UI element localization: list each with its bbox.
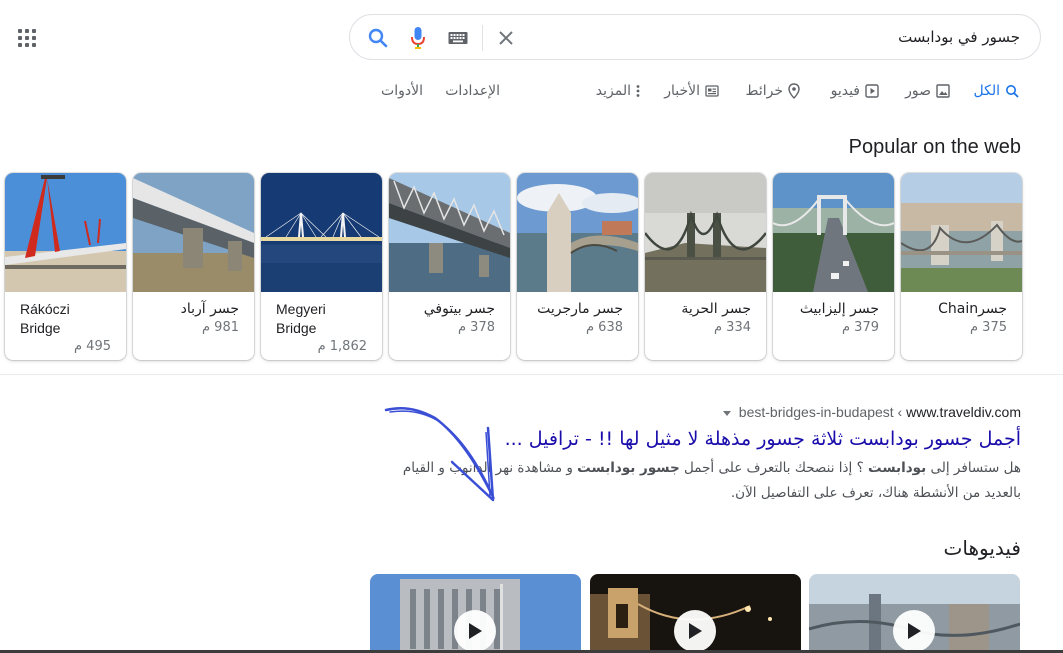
bridge-name: Rákóczi Bridge xyxy=(20,301,70,336)
arpad-bridge-photo xyxy=(133,173,254,292)
search-divider xyxy=(482,25,483,51)
tab-images[interactable]: صور xyxy=(905,83,950,99)
snippet-bold: جسور بودابست xyxy=(577,460,680,476)
play-icon[interactable] xyxy=(454,610,496,652)
video-icon xyxy=(865,84,879,98)
search-icon[interactable] xyxy=(366,26,390,50)
tab-maps-label: خرائط xyxy=(745,83,783,99)
result-url[interactable]: best-bridges-in-budapest ‹ www.traveldiv… xyxy=(381,404,1021,420)
videos-carousel xyxy=(0,574,1063,653)
tab-settings[interactable]: الإعدادات xyxy=(445,83,500,99)
megyeri-bridge-photo xyxy=(261,173,382,292)
result-title-link[interactable]: أجمل جسور بودابست ثلاثة جسور مذهلة لا مث… xyxy=(381,428,1021,450)
popular-carousel: جسرChain 375 م جسر إليزابيث 379 م جسر ال… xyxy=(5,173,1022,360)
bridge-name: جسرChain xyxy=(938,301,1007,317)
bridge-length: 334 م xyxy=(713,320,751,335)
tab-news[interactable]: الأخبار xyxy=(664,83,719,99)
bridge-card[interactable]: جسر آرباد 981 م xyxy=(133,173,254,360)
video-card[interactable] xyxy=(370,574,581,653)
bridge-name: جسر إليزابيث xyxy=(799,301,879,317)
result-url-separator: ‹ xyxy=(897,404,903,420)
result-url-path: best-bridges-in-budapest xyxy=(738,404,894,420)
bridge-name: جسر آرباد xyxy=(180,301,239,317)
search-box[interactable] xyxy=(349,14,1041,60)
liberty-bridge-photo xyxy=(645,173,766,292)
bridge-name: جسر مارجريت xyxy=(537,301,623,317)
bridge-name: Megyeri Bridge xyxy=(276,301,326,336)
bridge-length: 981 م xyxy=(201,320,239,335)
bridge-card[interactable]: جسر مارجريت 638 م xyxy=(517,173,638,360)
tab-news-label: الأخبار xyxy=(664,83,700,99)
more-vert-icon xyxy=(636,85,640,97)
chain-bridge-photo xyxy=(901,173,1022,292)
tab-images-label: صور xyxy=(905,83,931,99)
bridge-length: 378 م xyxy=(457,320,495,335)
result-snippet: هل ستسافر إلى بودابست ؟ إذا ننصحك بالتعر… xyxy=(381,456,1021,506)
bridge-card[interactable]: جسر الحرية 334 م xyxy=(645,173,766,360)
bridge-card[interactable]: Rákóczi Bridge 495 م xyxy=(5,173,126,360)
video-card[interactable] xyxy=(809,574,1020,653)
videos-heading: فيديوهات xyxy=(943,536,1021,560)
tab-videos[interactable]: فيديو xyxy=(831,83,879,99)
elisabeth-bridge-photo xyxy=(773,173,894,292)
tab-all-label: الكل xyxy=(973,83,1001,99)
bridge-card[interactable]: جسرChain 375 م xyxy=(901,173,1022,360)
bridge-name: جسر الحرية xyxy=(681,301,751,317)
result-url-site: www.traveldiv.com xyxy=(906,404,1021,420)
bridge-card[interactable]: جسر بيتوفي 378 م xyxy=(389,173,510,360)
tab-settings-label: الإعدادات xyxy=(445,83,500,99)
search-input[interactable] xyxy=(600,25,1020,49)
bridge-name: جسر بيتوفي xyxy=(423,301,495,317)
bridge-card[interactable]: Megyeri Bridge 1,862 م xyxy=(261,173,382,360)
tab-more[interactable]: المزيد xyxy=(596,83,640,99)
tab-tools[interactable]: الأدوات xyxy=(381,83,423,99)
tab-videos-label: فيديو xyxy=(830,83,860,99)
search-result: best-bridges-in-budapest ‹ www.traveldiv… xyxy=(381,404,1021,506)
map-pin-icon xyxy=(788,83,800,99)
bridge-length: 1,862 م xyxy=(317,339,367,354)
play-icon[interactable] xyxy=(893,610,935,652)
apps-grid-icon[interactable] xyxy=(18,29,36,47)
play-icon[interactable] xyxy=(674,610,716,652)
bridge-length: 375 م xyxy=(969,320,1007,335)
petofi-bridge-photo xyxy=(389,173,510,292)
image-icon xyxy=(936,84,950,98)
snippet-text: ؟ إذا ننصحك بالتعرف على أجمل xyxy=(679,460,869,476)
keyboard-icon[interactable] xyxy=(446,26,470,50)
search-tabs: الكل صور فيديو خرائط الأخبار المزيد الإع… xyxy=(0,83,1063,103)
bridge-card[interactable]: جسر إليزابيث 379 م xyxy=(773,173,894,360)
tab-all[interactable]: الكل xyxy=(974,83,1020,99)
search-icon xyxy=(1006,85,1019,98)
margaret-bridge-photo xyxy=(517,173,638,292)
microphone-icon[interactable] xyxy=(406,26,430,50)
chevron-down-icon[interactable] xyxy=(722,410,731,416)
tab-tools-label: الأدوات xyxy=(381,83,423,99)
snippet-bold: بودابست xyxy=(868,460,927,476)
clear-icon[interactable] xyxy=(494,26,518,50)
news-icon xyxy=(705,85,719,97)
tab-more-label: المزيد xyxy=(595,83,631,99)
popular-heading: Popular on the web xyxy=(848,136,1021,158)
section-divider xyxy=(0,374,1063,375)
bridge-length: 379 م xyxy=(841,320,879,335)
rakoczi-bridge-photo xyxy=(5,173,126,292)
video-card[interactable] xyxy=(590,574,801,653)
bridge-length: 638 م xyxy=(585,320,623,335)
snippet-text: هل ستسافر إلى xyxy=(926,460,1022,476)
tab-maps[interactable]: خرائط xyxy=(746,83,800,99)
bridge-length: 495 م xyxy=(73,339,111,354)
